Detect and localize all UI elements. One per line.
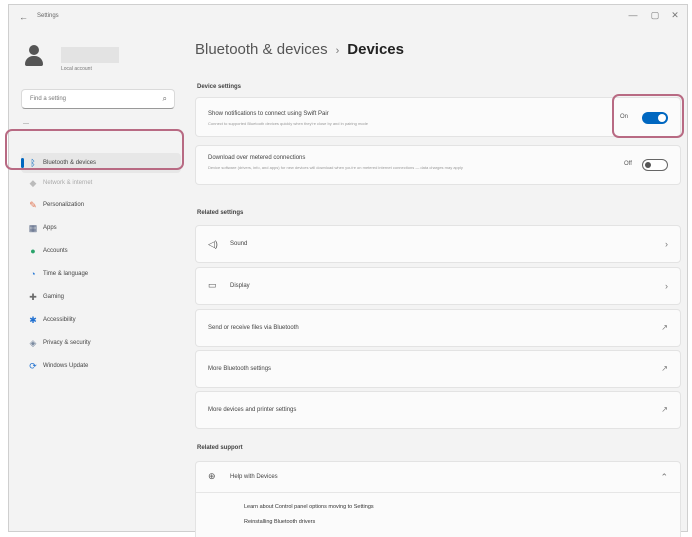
help-with-devices-header[interactable]: ⊕ Help with Devices ⌃ xyxy=(196,462,680,492)
back-arrow-icon[interactable]: ← xyxy=(19,12,28,22)
section-heading-related-settings: Related settings xyxy=(197,210,244,216)
related-setting-label: Send or receive files via Bluetooth xyxy=(208,325,299,331)
related-setting-send-receive-files[interactable]: Send or receive files via Bluetooth ↗ xyxy=(195,309,681,347)
search-placeholder: Find a setting xyxy=(30,96,67,102)
profile-name-redacted xyxy=(61,47,119,63)
speaker-icon: ◁) xyxy=(208,239,218,249)
gaming-icon: ✚ xyxy=(29,292,37,302)
help-with-devices-panel: ⊕ Help with Devices ⌃ Learn about Contro… xyxy=(195,461,681,537)
highlight-frame-swift-pair-toggle xyxy=(612,94,684,138)
help-label: Help with Devices xyxy=(230,474,278,480)
chevron-up-icon: ⌃ xyxy=(660,472,668,482)
sidebar-item-windows-update[interactable]: ⟳ Windows Update xyxy=(21,356,181,376)
breadcrumb: Bluetooth & devices › Devices xyxy=(195,41,404,58)
external-link-icon: ↗ xyxy=(661,364,668,373)
avatar xyxy=(25,45,43,67)
related-setting-display[interactable]: ▭ Display › xyxy=(195,267,681,305)
search-icon: ⌕ xyxy=(162,94,167,103)
related-setting-label: More devices and printer settings xyxy=(208,407,297,413)
highlight-frame-bluetooth-devices xyxy=(5,129,184,170)
sidebar-item-label: Personalization xyxy=(43,202,85,208)
section-heading-related-support: Related support xyxy=(197,445,243,451)
sidebar: Local account Find a setting ⌕ — ᛒ Bluet… xyxy=(9,27,187,533)
breadcrumb-separator: › xyxy=(335,45,340,57)
setting-title: Show notifications to connect using Swif… xyxy=(208,111,329,117)
chevron-right-icon: › xyxy=(665,281,668,291)
sidebar-item-network[interactable]: ◆ Network & internet xyxy=(21,173,181,193)
setting-title: Download over metered connections xyxy=(208,155,306,161)
accessibility-icon: ✱ xyxy=(29,315,37,325)
related-setting-devices-printers[interactable]: More devices and printer settings ↗ xyxy=(195,391,681,429)
breadcrumb-parent[interactable]: Bluetooth & devices xyxy=(195,41,328,58)
window-title: Settings xyxy=(37,13,59,19)
divider xyxy=(196,492,680,493)
sidebar-item-apps[interactable]: ▦ Apps xyxy=(21,218,181,238)
profile-account-type: Local account xyxy=(61,66,92,72)
sidebar-item-time-language[interactable]: ◔ Time & language xyxy=(21,264,181,284)
metered-download-setting-card: Download over metered connections Device… xyxy=(195,145,681,185)
sidebar-item-label: Accessibility xyxy=(43,317,76,323)
accounts-icon: ● xyxy=(30,246,36,256)
related-setting-label: Sound xyxy=(230,241,248,247)
sidebar-item-accessibility[interactable]: ✱ Accessibility xyxy=(21,310,181,330)
sidebar-item-label: Apps xyxy=(43,225,57,231)
swift-pair-setting-card: Show notifications to connect using Swif… xyxy=(195,97,681,137)
related-setting-label: Display xyxy=(230,283,250,289)
setting-description: Connect to supported Bluetooth devices q… xyxy=(208,121,368,126)
external-link-icon: ↗ xyxy=(661,405,668,414)
sidebar-item-accounts[interactable]: ● Accounts xyxy=(21,241,181,261)
search-input[interactable]: Find a setting ⌕ xyxy=(21,89,175,109)
setting-description: Device software (drivers, info, and apps… xyxy=(208,165,463,170)
related-setting-more-bluetooth[interactable]: More Bluetooth settings ↗ xyxy=(195,350,681,388)
sidebar-item-privacy-security[interactable]: ◈ Privacy & security xyxy=(21,333,181,353)
windows-update-icon: ⟳ xyxy=(29,361,37,371)
related-setting-sound[interactable]: ◁) Sound › xyxy=(195,225,681,263)
settings-window: ← Settings — ▢ ✕ Local account Find a se… xyxy=(8,4,689,537)
help-link-control-panel[interactable]: Learn about Control panel options moving… xyxy=(244,504,374,510)
brush-icon: ✎ xyxy=(29,200,37,210)
network-icon: ◆ xyxy=(29,178,37,188)
close-button[interactable]: ✕ xyxy=(665,10,685,21)
globe-icon: ⊕ xyxy=(208,471,216,481)
sidebar-item-label: Network & internet xyxy=(43,180,93,186)
related-setting-label: More Bluetooth settings xyxy=(208,366,272,372)
sidebar-item-personalization[interactable]: ✎ Personalization xyxy=(21,195,181,215)
sidebar-item-label: Accounts xyxy=(43,248,68,254)
sidebar-item-label: Time & language xyxy=(43,271,89,277)
sidebar-item-label: Gaming xyxy=(43,294,65,300)
apps-icon: ▦ xyxy=(28,223,38,233)
maximize-button[interactable]: ▢ xyxy=(645,10,665,21)
sidebar-item-gaming[interactable]: ✚ Gaming xyxy=(21,287,181,307)
shield-icon: ◈ xyxy=(29,338,37,348)
monitor-icon: ▭ xyxy=(208,280,217,290)
sidebar-item-label: Windows Update xyxy=(43,363,89,369)
sidebar-item-label: Privacy & security xyxy=(43,340,91,346)
chevron-right-icon: › xyxy=(665,239,668,249)
metered-download-toggle[interactable] xyxy=(642,159,668,171)
help-link-reinstall-drivers[interactable]: Reinstalling Bluetooth drivers xyxy=(244,519,315,525)
title-bar: ← Settings — ▢ ✕ xyxy=(9,5,689,27)
external-link-icon: ↗ xyxy=(661,323,668,332)
sidebar-item-system-partial: — xyxy=(23,121,29,127)
time-language-icon: ◔ xyxy=(30,269,36,279)
minimize-button[interactable]: — xyxy=(623,10,643,20)
toggle-state-label: Off xyxy=(624,161,632,167)
page-title: Devices xyxy=(347,41,404,58)
section-heading-device-settings: Device settings xyxy=(197,84,242,90)
